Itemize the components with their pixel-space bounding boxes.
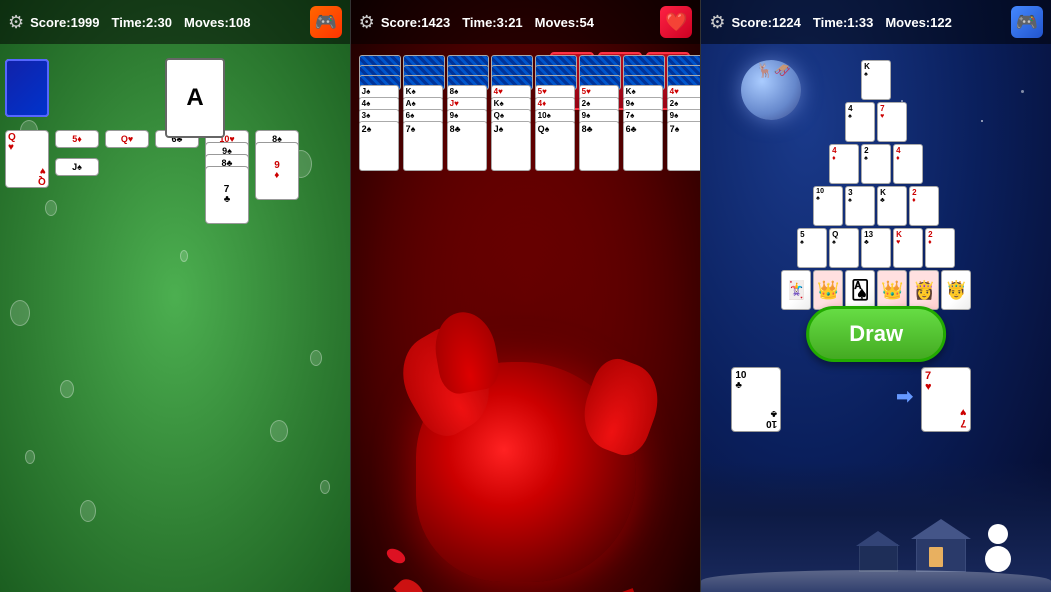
fallen-petal-1 [393, 574, 428, 592]
house-1-window [929, 547, 943, 567]
pyramid-row-5: 5♠ Q♠ 13♣ K♥ 2♦ [711, 228, 1041, 268]
rose-decoration [376, 262, 676, 592]
panel1-time: Time:2:30 [112, 15, 172, 30]
panel1-stats: Score:1999 Time:2:30 Moves:108 [30, 15, 304, 30]
py-4[interactable]: 4♠ [845, 102, 875, 142]
pyramid-row-6: 🃏 👑 🂡 👑 👸 🤴 [711, 270, 1041, 310]
waterdrop [310, 350, 322, 366]
py-4d2[interactable]: 4♦ [893, 144, 923, 184]
py-2d[interactable]: 2♦ [909, 186, 939, 226]
py-face-1[interactable]: 🃏 [781, 270, 811, 310]
panel2-moves: Moves:54 [535, 15, 594, 30]
py-face-5[interactable]: 👸 [909, 270, 939, 310]
sp-8-6[interactable]: 8♣ [579, 121, 619, 171]
waterdrop [45, 200, 57, 216]
game-icon-1[interactable]: 🎮 [310, 6, 342, 38]
panel3-time: Time:1:33 [813, 15, 873, 30]
snowman [988, 524, 1011, 572]
sol-card-q-hearts[interactable]: Q♥ Q♥ [5, 130, 49, 188]
waterdrop [10, 300, 30, 326]
snowman-head [988, 524, 1008, 544]
sp-7-8[interactable]: 7♠ [667, 121, 702, 171]
house-2 [856, 532, 901, 572]
game-icon-2[interactable]: ❤️ [660, 6, 692, 38]
sp-8-3[interactable]: 8♣ [447, 121, 487, 171]
fallen-petal-2 [609, 588, 638, 592]
sp-2[interactable]: 2♠ [359, 121, 399, 171]
pyramid-row-1: K♠ [711, 60, 1041, 100]
deck-card-2[interactable] [5, 59, 49, 117]
py-3[interactable]: 3♠ [845, 186, 875, 226]
panel3-moves: Moves:122 [885, 15, 951, 30]
py-face-3[interactable]: 🂡 [845, 270, 875, 310]
py-face-4[interactable]: 👑 [877, 270, 907, 310]
sp-q5[interactable]: Q♠ [535, 121, 575, 171]
py-2[interactable]: 2♠ [861, 144, 891, 184]
py-k[interactable]: K♠ [861, 60, 891, 100]
panel2-header: ⚙ Score:1423 Time:3:21 Moves:54 ❤️ [351, 0, 701, 44]
py-q[interactable]: Q♠ [829, 228, 859, 268]
py-k-r[interactable]: K♥ [893, 228, 923, 268]
py-k2[interactable]: K♣ [877, 186, 907, 226]
pyramid-card-area: K♠ 4♠ 7♥ 4♦ 2♠ 4♦ 10♠ 3♠ K♣ 2♦ 5♠ Q♠ 13♣… [711, 55, 1041, 312]
py-face-j[interactable]: 👑 [813, 270, 843, 310]
panel3-score: Score:1224 [731, 15, 800, 30]
gear-icon-2[interactable]: ⚙ [359, 12, 375, 33]
py-4d[interactable]: 4♦ [829, 144, 859, 184]
house-1-roof [911, 519, 971, 539]
sol-card-7c[interactable]: 7♣ [205, 166, 249, 224]
waterdrop [80, 500, 96, 522]
bottom-cards: 10♣ 10♣ [731, 367, 781, 432]
sol-col-1: Q♥ Q♥ [5, 130, 51, 188]
sol-card-q-spades[interactable]: Q♥ [105, 130, 149, 148]
panel2-score: Score:1423 [381, 15, 450, 30]
snowman-body [985, 546, 1011, 572]
house-2-roof [856, 531, 900, 546]
panel1-moves: Moves:108 [184, 15, 250, 30]
waterdrop [60, 380, 74, 398]
panel3-header: ⚙ Score:1224 Time:1:33 Moves:122 🎮 [701, 0, 1051, 44]
snow-surface [701, 570, 1051, 592]
py-2r[interactable]: 2♦ [925, 228, 955, 268]
panel2-time: Time:3:21 [462, 15, 522, 30]
sol-card-js[interactable]: J♠ [55, 158, 99, 176]
panel2-stats: Score:1423 Time:3:21 Moves:54 [381, 15, 655, 30]
pyramid-row-2: 4♠ 7♥ [711, 102, 1041, 142]
pyramid-row-3: 4♦ 2♠ 4♦ [711, 144, 1041, 184]
game-icon-3[interactable]: 🎮 [1011, 6, 1043, 38]
bottom-card-10c[interactable]: 10♣ 10♣ [731, 367, 781, 432]
panel-spider: ⚙ Score:1423 Time:3:21 Moves:54 ❤️ J♠ 4♠… [350, 0, 702, 592]
arrow-indicator: ➡ [896, 384, 913, 409]
bottom-card-7h[interactable]: 7♥ 7♥ [921, 367, 971, 432]
py-10[interactable]: 10♠ [813, 186, 843, 226]
sol-card-5d[interactable]: 5♦ [55, 130, 99, 148]
panel1-score: Score:1999 [30, 15, 99, 30]
waterdrop [25, 450, 35, 464]
sp-6-7[interactable]: 6♣ [623, 121, 663, 171]
pyramid-row-4: 10♠ 3♠ K♣ 2♦ [711, 186, 1041, 226]
panel-solitaire: ⚙ Score:1999 Time:2:30 Moves:108 🎮 10♦ 1… [0, 0, 350, 592]
house-1 [911, 522, 971, 572]
sol-card-9d[interactable]: 9♦ [255, 142, 299, 200]
gear-icon-3[interactable]: ⚙ [709, 12, 725, 33]
waterdrop [180, 250, 188, 262]
ace-card[interactable]: A [165, 58, 225, 138]
waterdrop [320, 480, 330, 494]
panel1-header: ⚙ Score:1999 Time:2:30 Moves:108 🎮 [0, 0, 350, 44]
fallen-petal-3 [384, 546, 407, 566]
py-5[interactable]: 5♠ [797, 228, 827, 268]
draw-button[interactable]: Draw [806, 306, 946, 362]
py-7[interactable]: 7♥ [877, 102, 907, 142]
py-13[interactable]: 13♣ [861, 228, 891, 268]
panel-pyramid: 🦌🛷 ⚙ Score:1224 Time:1:33 Moves:122 🎮 K♠… [701, 0, 1051, 592]
sol-col-2: 5♦ J♠ [55, 130, 101, 166]
snow-ground [701, 462, 1051, 592]
waterdrop [270, 420, 288, 442]
py-face-6[interactable]: 🤴 [941, 270, 971, 310]
sp-7-2[interactable]: 7♠ [403, 121, 443, 171]
gear-icon-1[interactable]: ⚙ [8, 12, 24, 33]
panel3-stats: Score:1224 Time:1:33 Moves:122 [731, 15, 1005, 30]
sp-j-4[interactable]: J♠ [491, 121, 531, 171]
house-2-body [859, 544, 898, 572]
